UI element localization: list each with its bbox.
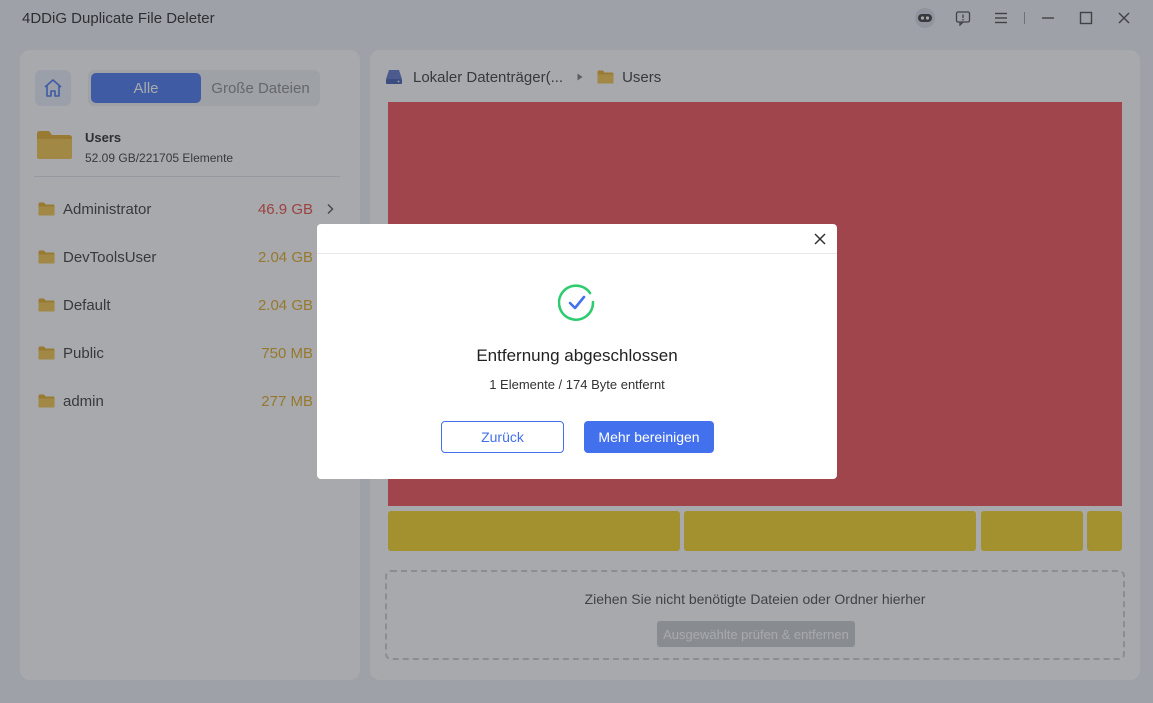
back-button[interactable]: Zurück xyxy=(441,421,564,453)
clean-more-button[interactable]: Mehr bereinigen xyxy=(584,421,714,453)
dialog-title: Entfernung abgeschlossen xyxy=(476,346,678,365)
success-check-icon xyxy=(558,284,595,321)
completion-dialog: Entfernung abgeschlossen 1 Elemente / 17… xyxy=(317,224,837,479)
dialog-header xyxy=(317,224,837,254)
close-icon[interactable] xyxy=(813,232,827,246)
dialog-subtitle: 1 Elemente / 174 Byte entfernt xyxy=(489,377,665,392)
